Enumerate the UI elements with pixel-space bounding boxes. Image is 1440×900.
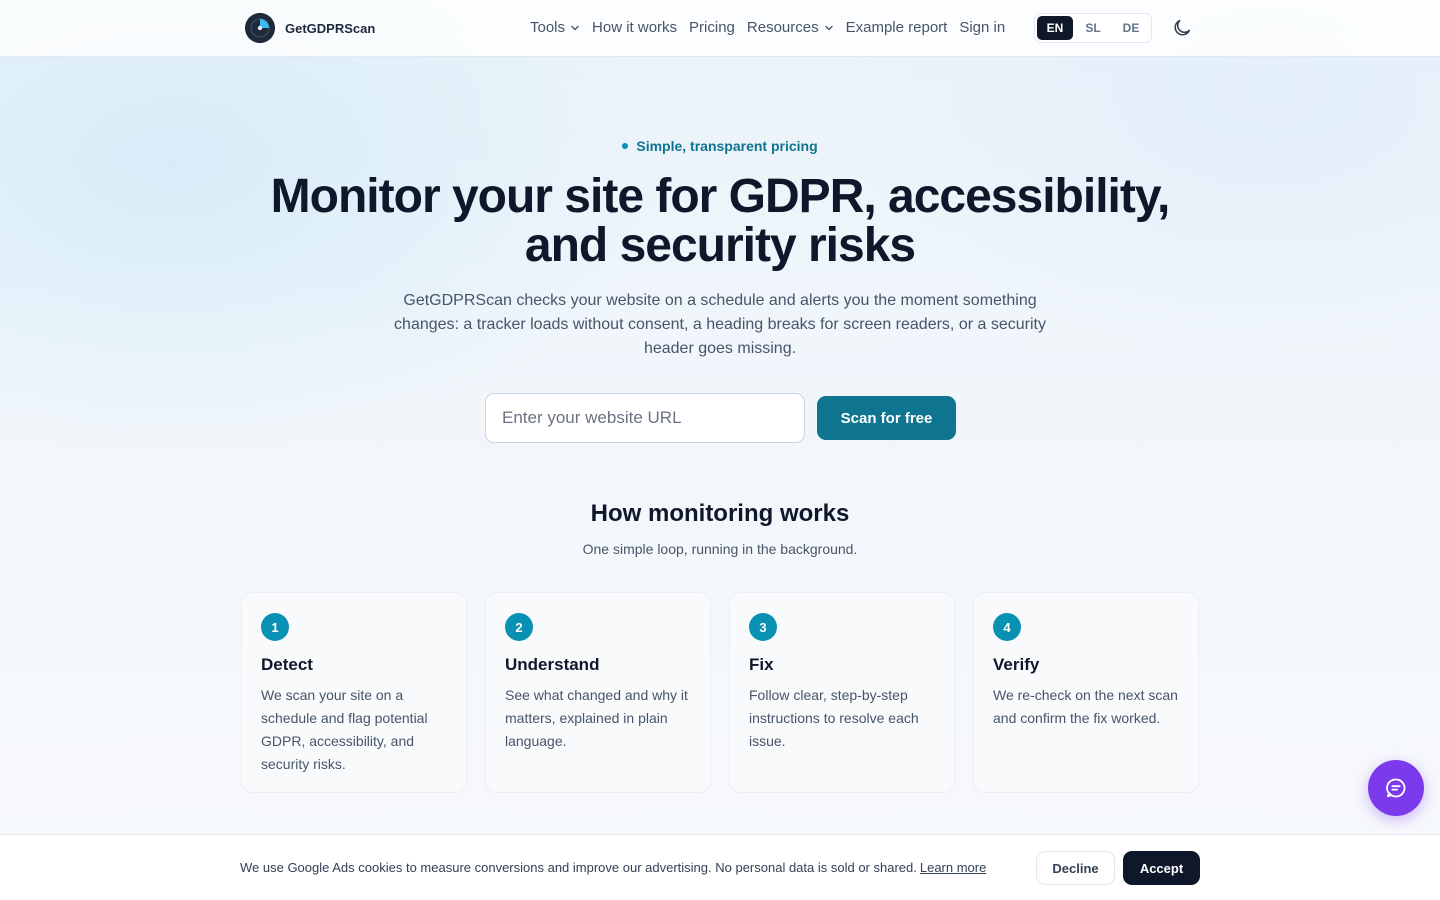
brand[interactable]: GetGDPRScan: [245, 13, 375, 43]
step-card-understand: 2 Understand See what changed and why it…: [485, 592, 711, 793]
step-title: Detect: [261, 655, 313, 674]
scan-for-free-button[interactable]: Scan for free: [817, 396, 956, 440]
hero-headline: Monitor your site for GDPR, accessibilit…: [220, 172, 1220, 270]
section-title: How monitoring works: [590, 500, 850, 527]
nav-sign-in-label: Sign in: [959, 19, 1006, 36]
nav-example-report[interactable]: Example report: [846, 19, 948, 36]
nav-pricing-label: Pricing: [689, 19, 735, 36]
cookie-text: We use Google Ads cookies to measure con…: [240, 860, 917, 875]
nav-example-report-label: Example report: [845, 19, 948, 36]
badge-dot: [622, 143, 629, 149]
moon-icon[interactable]: [1171, 17, 1193, 39]
section-subtitle: One simple loop, running in the backgrou…: [582, 541, 858, 557]
language-de[interactable]: DE: [1113, 16, 1149, 40]
badge-label: Simple, transparent pricing: [636, 138, 818, 154]
accept-button[interactable]: Accept: [1123, 851, 1200, 885]
steps-list: 1 Detect We scan your site on a schedule…: [241, 592, 1199, 793]
step-card-detect: 1 Detect We scan your site on a schedule…: [241, 592, 467, 793]
language-switcher: EN SL DE: [1034, 13, 1152, 43]
website-url-input[interactable]: [485, 393, 805, 443]
chat-button[interactable]: [1368, 760, 1424, 816]
nav-sign-in[interactable]: Sign in: [959, 19, 1005, 36]
nav-resources-label: Resources: [746, 19, 819, 36]
step-card-fix: 3 Fix Follow clear, step-by-step instruc…: [729, 592, 955, 793]
step-number: 2: [505, 613, 533, 641]
step-card-verify: 4 Verify We re-check on the next scan an…: [973, 592, 1199, 793]
chat-icon: [1386, 778, 1406, 798]
nav-how-it-works[interactable]: How it works: [592, 19, 677, 36]
nav-pricing[interactable]: Pricing: [689, 19, 735, 36]
language-en[interactable]: EN: [1037, 16, 1073, 40]
nav-tools-label: Tools: [530, 19, 566, 36]
learn-more-link[interactable]: Learn more: [920, 860, 986, 875]
top-navigation: GetGDPRScan Tools How it works Pricing R…: [0, 0, 1440, 57]
nav-resources[interactable]: Resources: [747, 19, 834, 36]
nav-links: Tools How it works Pricing Resources Exa…: [530, 19, 1005, 36]
step-number: 4: [993, 613, 1021, 641]
step-number: 3: [749, 613, 777, 641]
language-sl[interactable]: SL: [1075, 16, 1111, 40]
hero-headline-line1: Monitor your site for GDPR, accessibilit…: [270, 170, 1171, 223]
logo-icon: [245, 13, 275, 43]
cookie-banner: We use Google Ads cookies to measure con…: [0, 834, 1440, 900]
chevron-down-icon: [571, 25, 579, 30]
step-title: Understand: [505, 655, 600, 674]
nav-tools[interactable]: Tools: [530, 19, 580, 36]
cookie-message: We use Google Ads cookies to measure con…: [240, 860, 986, 875]
brand-name: GetGDPRScan: [285, 20, 376, 36]
hero-headline-line2: and security risks: [524, 219, 916, 272]
step-description: We scan your site on a schedule and flag…: [261, 687, 428, 772]
step-title: Fix: [749, 655, 774, 674]
step-title: Verify: [993, 655, 1040, 674]
chevron-down-icon: [824, 25, 833, 30]
pricing-badge: Simple, transparent pricing: [0, 138, 1440, 154]
step-number: 1: [261, 613, 289, 641]
hero-subtitle: GetGDPRScan checks your website on a sch…: [394, 292, 1046, 357]
decline-button[interactable]: Decline: [1036, 851, 1115, 885]
step-description: See what changed and why it matters, exp…: [505, 687, 688, 749]
step-description: We re-check on the next scan and confirm…: [993, 687, 1178, 726]
step-description: Follow clear, step-by-step instructions …: [749, 687, 919, 749]
nav-how-it-works-label: How it works: [592, 19, 678, 36]
